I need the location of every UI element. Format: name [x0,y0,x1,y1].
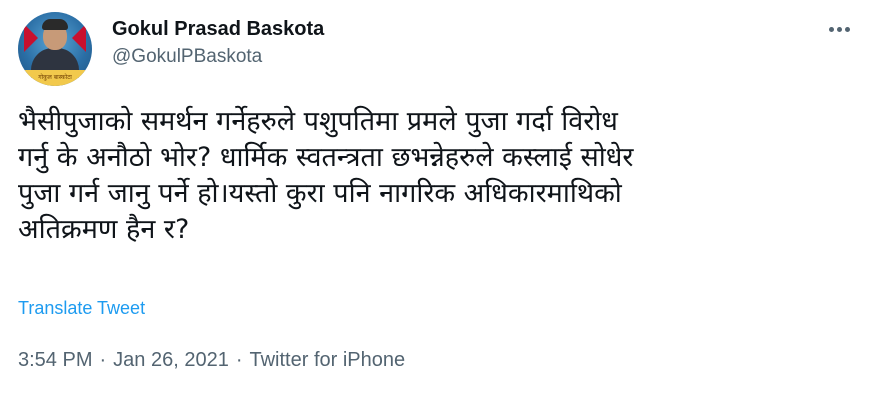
avatar-hair [42,19,68,30]
meta-separator: · [235,349,243,371]
flag-icon [24,24,38,52]
more-dot [828,26,834,32]
more-dot [836,26,842,32]
tweet-header: गोकुल बास्कोटा Gokul Prasad Baskota @Gok… [18,12,852,88]
tweet-card: गोकुल बास्कोटा Gokul Prasad Baskota @Gok… [0,0,870,404]
author-names: Gokul Prasad Baskota @GokulPBaskota [112,16,324,70]
meta-separator: · [99,349,107,371]
more-dot [844,26,850,32]
tweet-meta: 3:54 PM · Jan 26, 2021 · Twitter for iPhone [18,347,405,373]
translate-tweet-link[interactable]: Translate Tweet [18,296,145,320]
flag-icon [72,24,86,52]
tweet-time[interactable]: 3:54 PM [18,349,92,371]
avatar[interactable]: गोकुल बास्कोटा [18,12,92,86]
avatar-caption: गोकुल बास्कोटा [38,74,72,81]
more-horizontal-icon[interactable] [826,16,852,42]
avatar-caption-band: गोकुल बास्कोटा [18,70,92,86]
display-name[interactable]: Gokul Prasad Baskota [112,16,324,42]
tweet-text: भैसीपुजाको समर्थन गर्नेहरुले पशुपतिमा प्… [18,106,634,245]
tweet-date[interactable]: Jan 26, 2021 [113,349,229,371]
tweet-source[interactable]: Twitter for iPhone [249,349,405,371]
user-handle[interactable]: @GokulPBaskota [112,44,324,70]
